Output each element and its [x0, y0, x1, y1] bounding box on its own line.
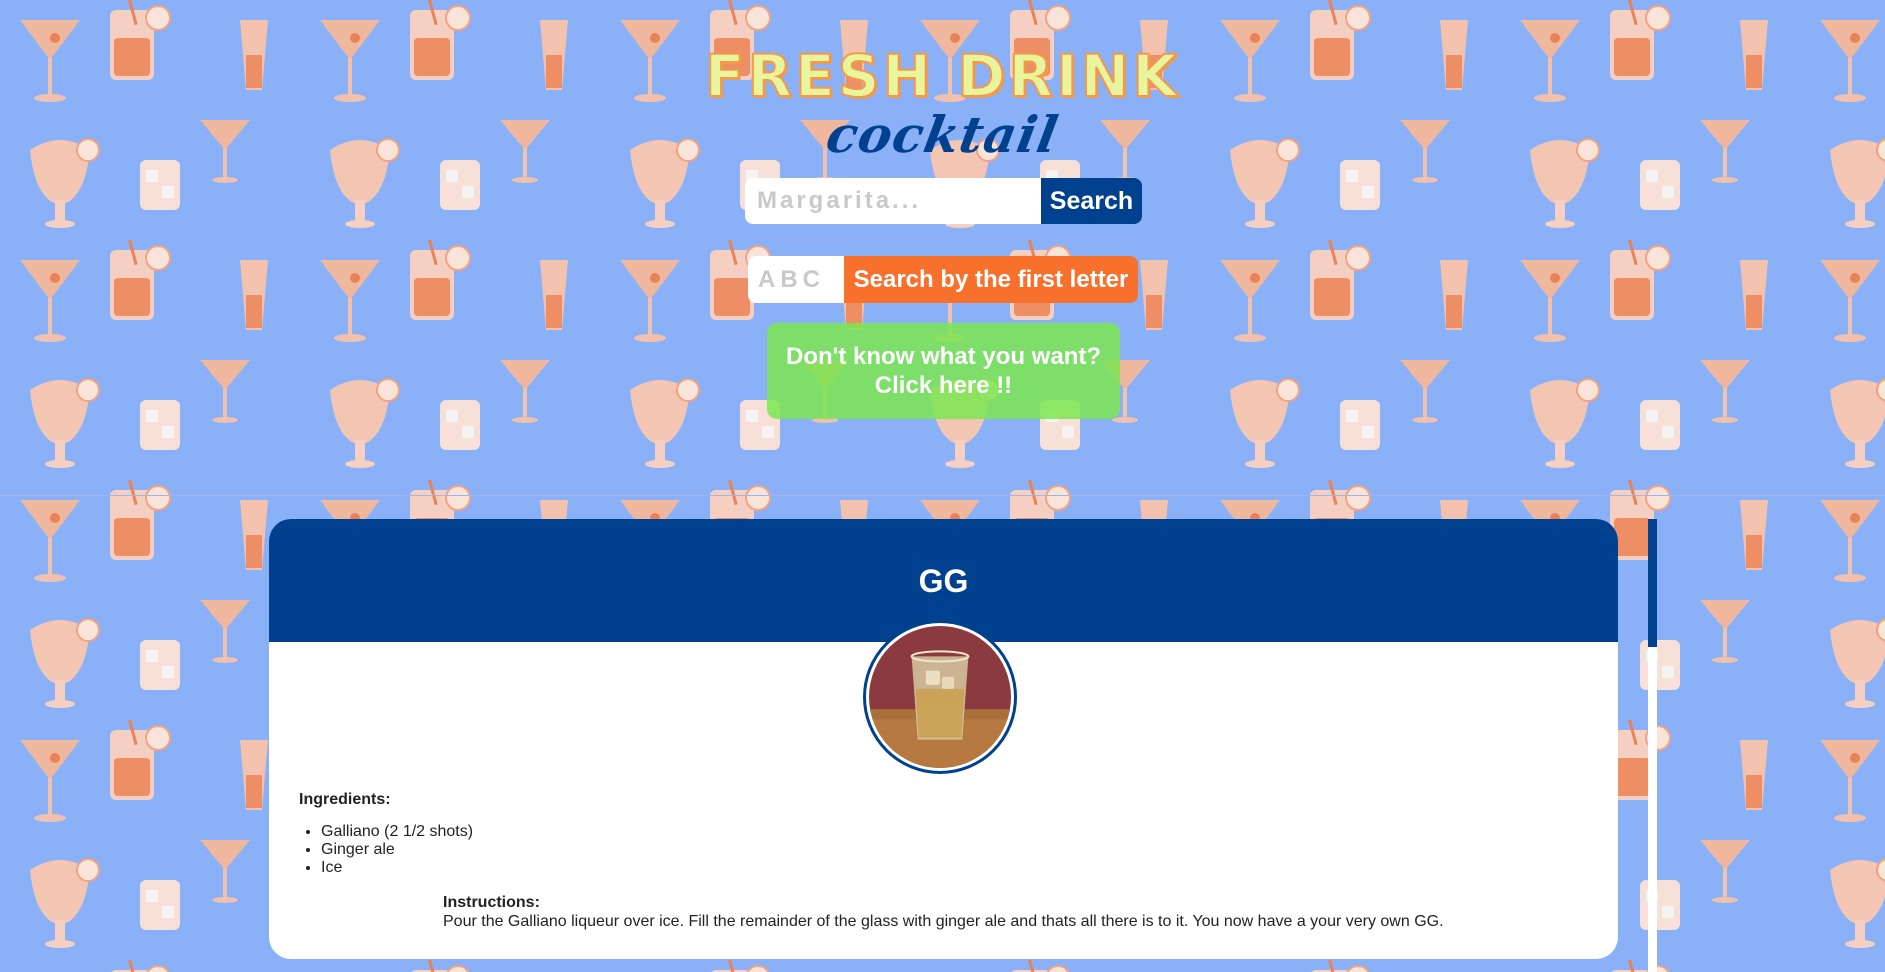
search-bar: Search	[745, 178, 1142, 224]
instructions-section: Instructions: Pour the Galliano liqueur …	[443, 893, 1583, 931]
brand-title: FRESH DRINK	[704, 41, 1181, 111]
letter-input[interactable]	[748, 256, 844, 303]
drink-card: GG Ingredients: Galliano (2 1/2 shots) G…	[269, 519, 1618, 959]
brand-subtitle: cocktail	[822, 105, 1063, 164]
random-drink-button[interactable]: Don't know what you want? Click here !!	[767, 323, 1120, 419]
random-button-line1: Don't know what you want?	[785, 343, 1102, 370]
drink-photo	[863, 620, 1017, 774]
ingredient-item: Ginger ale	[321, 841, 473, 859]
random-button-line2: Click here !!	[874, 372, 1013, 399]
search-by-letter-button[interactable]: Search by the first letter	[844, 256, 1138, 303]
letter-search-bar: Search by the first letter	[748, 256, 1138, 303]
ingredient-item: Ice	[321, 859, 473, 877]
ingredients-list: Galliano (2 1/2 shots) Ginger ale Ice	[299, 823, 473, 877]
drink-photo-image	[869, 626, 1011, 768]
search-button[interactable]: Search	[1041, 178, 1142, 224]
ingredients-section: Ingredients: Galliano (2 1/2 shots) Ging…	[299, 791, 473, 877]
instructions-text: Pour the Galliano liqueur over ice. Fill…	[443, 913, 1444, 930]
next-drink-card-edge	[1648, 519, 1657, 972]
search-input[interactable]	[745, 178, 1041, 224]
ingredients-label: Ingredients:	[299, 791, 391, 808]
instructions-label: Instructions:	[443, 894, 540, 911]
drink-name: GG	[918, 563, 969, 599]
divider	[0, 495, 1885, 496]
ingredient-item: Galliano (2 1/2 shots)	[321, 823, 473, 841]
